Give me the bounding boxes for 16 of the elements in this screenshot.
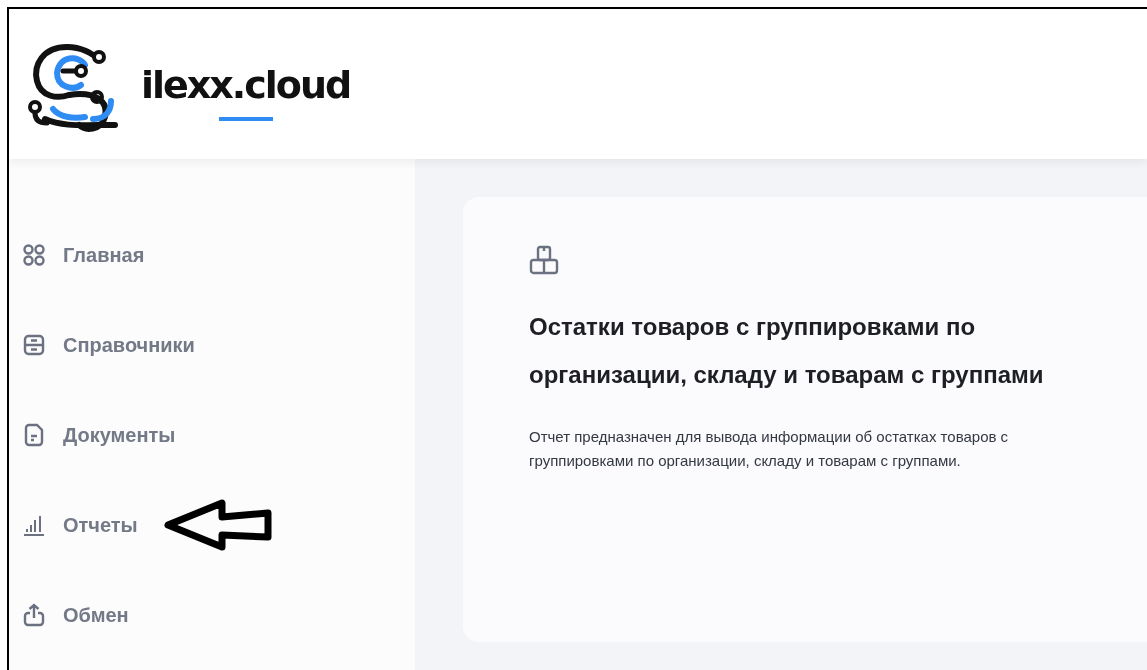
report-title: Остатки товаров с группировками по организации, складу и товарам с группами (529, 312, 1045, 390)
logo-underline (218, 117, 273, 121)
list-icon (23, 334, 45, 356)
nav-item[interactable]: Отчеты (9, 503, 415, 547)
logo-text: ilexx.cloud (141, 63, 351, 107)
nav-item[interactable]: Документы (9, 413, 415, 457)
report-card[interactable]: Остатки товаров с группировками по организации, складу и товарам с группами Отчет предназначен для вывода информации об остатках товаров с группировками по организации, складу и товарам с группами. (463, 197, 1147, 642)
bar-chart-icon (23, 514, 45, 536)
nav-item[interactable]: Обмен (9, 593, 415, 637)
nav-item[interactable]: Главная (9, 233, 415, 277)
document-icon (23, 423, 45, 447)
boxes-icon (529, 245, 559, 275)
report-description: Отчет предназначен для вывода информации об остатках товаров с группировками по организации, складу и товарам с группами. (529, 427, 1010, 471)
upload-icon (23, 603, 45, 627)
nav-item[interactable]: Справочники (9, 323, 415, 367)
grid-icon (23, 244, 45, 266)
